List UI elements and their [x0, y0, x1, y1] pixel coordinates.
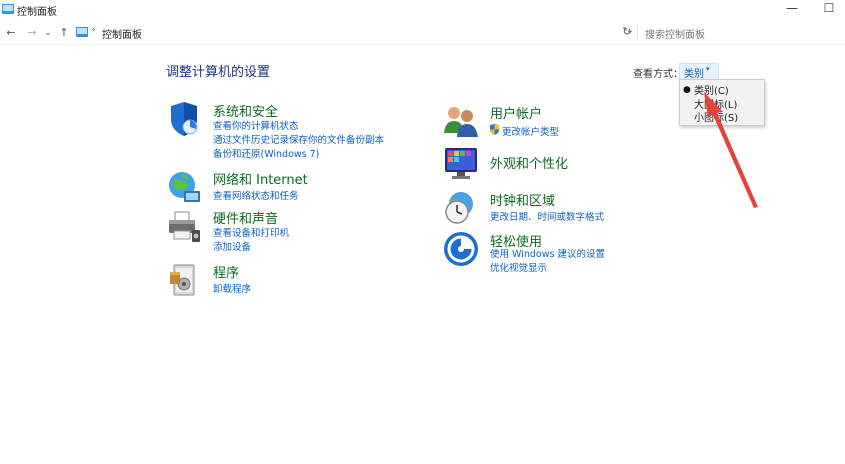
link-add-device[interactable]: 添加设备 — [213, 239, 251, 253]
breadcrumb[interactable]: 控制面板 — [102, 26, 142, 41]
search-input[interactable]: 搜索控制面板 — [637, 24, 844, 41]
chevron-down-icon: ▾ — [706, 65, 710, 73]
category-title[interactable]: 程序 — [213, 262, 239, 281]
window-title: 控制面板 — [17, 7, 57, 18]
category-title[interactable]: 网络和 Internet — [213, 169, 308, 188]
uac-shield-icon — [490, 124, 499, 135]
category-title[interactable]: 外观和个性化 — [490, 153, 568, 172]
programs-icon[interactable] — [166, 262, 202, 298]
link-view-status[interactable]: 查看你的计算机状态 — [213, 118, 299, 132]
link-recommended-settings[interactable]: 使用 Windows 建议的设置 — [490, 246, 605, 260]
refresh-icon[interactable]: ↻ — [620, 25, 634, 38]
globe-icon[interactable] — [166, 169, 202, 205]
annotation-arrow-icon — [704, 92, 758, 208]
category-title[interactable]: 用户帐户 — [490, 103, 542, 122]
back-icon[interactable]: ← — [4, 25, 18, 41]
accessibility-icon[interactable] — [443, 231, 479, 267]
category-title[interactable]: 时钟和区域 — [490, 190, 555, 209]
link-backup-restore[interactable]: 备份和还原(Windows 7) — [213, 146, 319, 160]
link-network-status[interactable]: 查看网络状态和任务 — [213, 188, 299, 202]
page-title: 调整计算机的设置 — [166, 65, 271, 80]
recent-locations-icon[interactable]: ⌄ — [41, 25, 55, 41]
address-bar: ← → ⌄ ↑ › 控制面板 ⌄ ↻ 搜索控制面板 — [0, 22, 845, 45]
breadcrumb-separator-icon: › — [92, 25, 96, 35]
address-field[interactable]: › 控制面板 ⌄ — [73, 24, 636, 41]
link-file-history[interactable]: 通过文件历史记录保存你的文件备份副本 — [213, 132, 384, 146]
maximize-button[interactable]: ☐ — [817, 1, 841, 15]
printer-icon[interactable] — [166, 208, 202, 244]
viewby-label: 查看方式： — [633, 69, 683, 80]
link-date-time-format[interactable]: 更改日期、时间或数字格式 — [490, 209, 604, 223]
control-panel-icon — [76, 27, 88, 37]
selected-bullet-icon: ● — [683, 85, 691, 95]
control-panel-icon — [2, 4, 14, 14]
shield-icon[interactable] — [166, 101, 202, 137]
forward-icon[interactable]: → — [25, 25, 39, 41]
minimize-button[interactable]: — — [780, 1, 804, 15]
link-devices-printers[interactable]: 查看设备和打印机 — [213, 225, 289, 239]
link-change-account-type[interactable]: 更改帐户类型 — [502, 124, 559, 138]
viewby-dropdown[interactable]: 类别 ▾ — [679, 63, 719, 80]
link-optimize-display[interactable]: 优化视觉显示 — [490, 260, 547, 274]
monitor-palette-icon[interactable] — [443, 145, 479, 181]
link-uninstall[interactable]: 卸载程序 — [213, 281, 251, 295]
users-icon[interactable] — [443, 103, 479, 139]
viewby-value: 类别 — [684, 69, 704, 80]
clock-icon[interactable] — [443, 190, 479, 226]
up-icon[interactable]: ↑ — [57, 25, 71, 41]
search-placeholder: 搜索控制面板 — [645, 30, 705, 41]
title-bar: 控制面板 — ☐ — [0, 0, 845, 20]
